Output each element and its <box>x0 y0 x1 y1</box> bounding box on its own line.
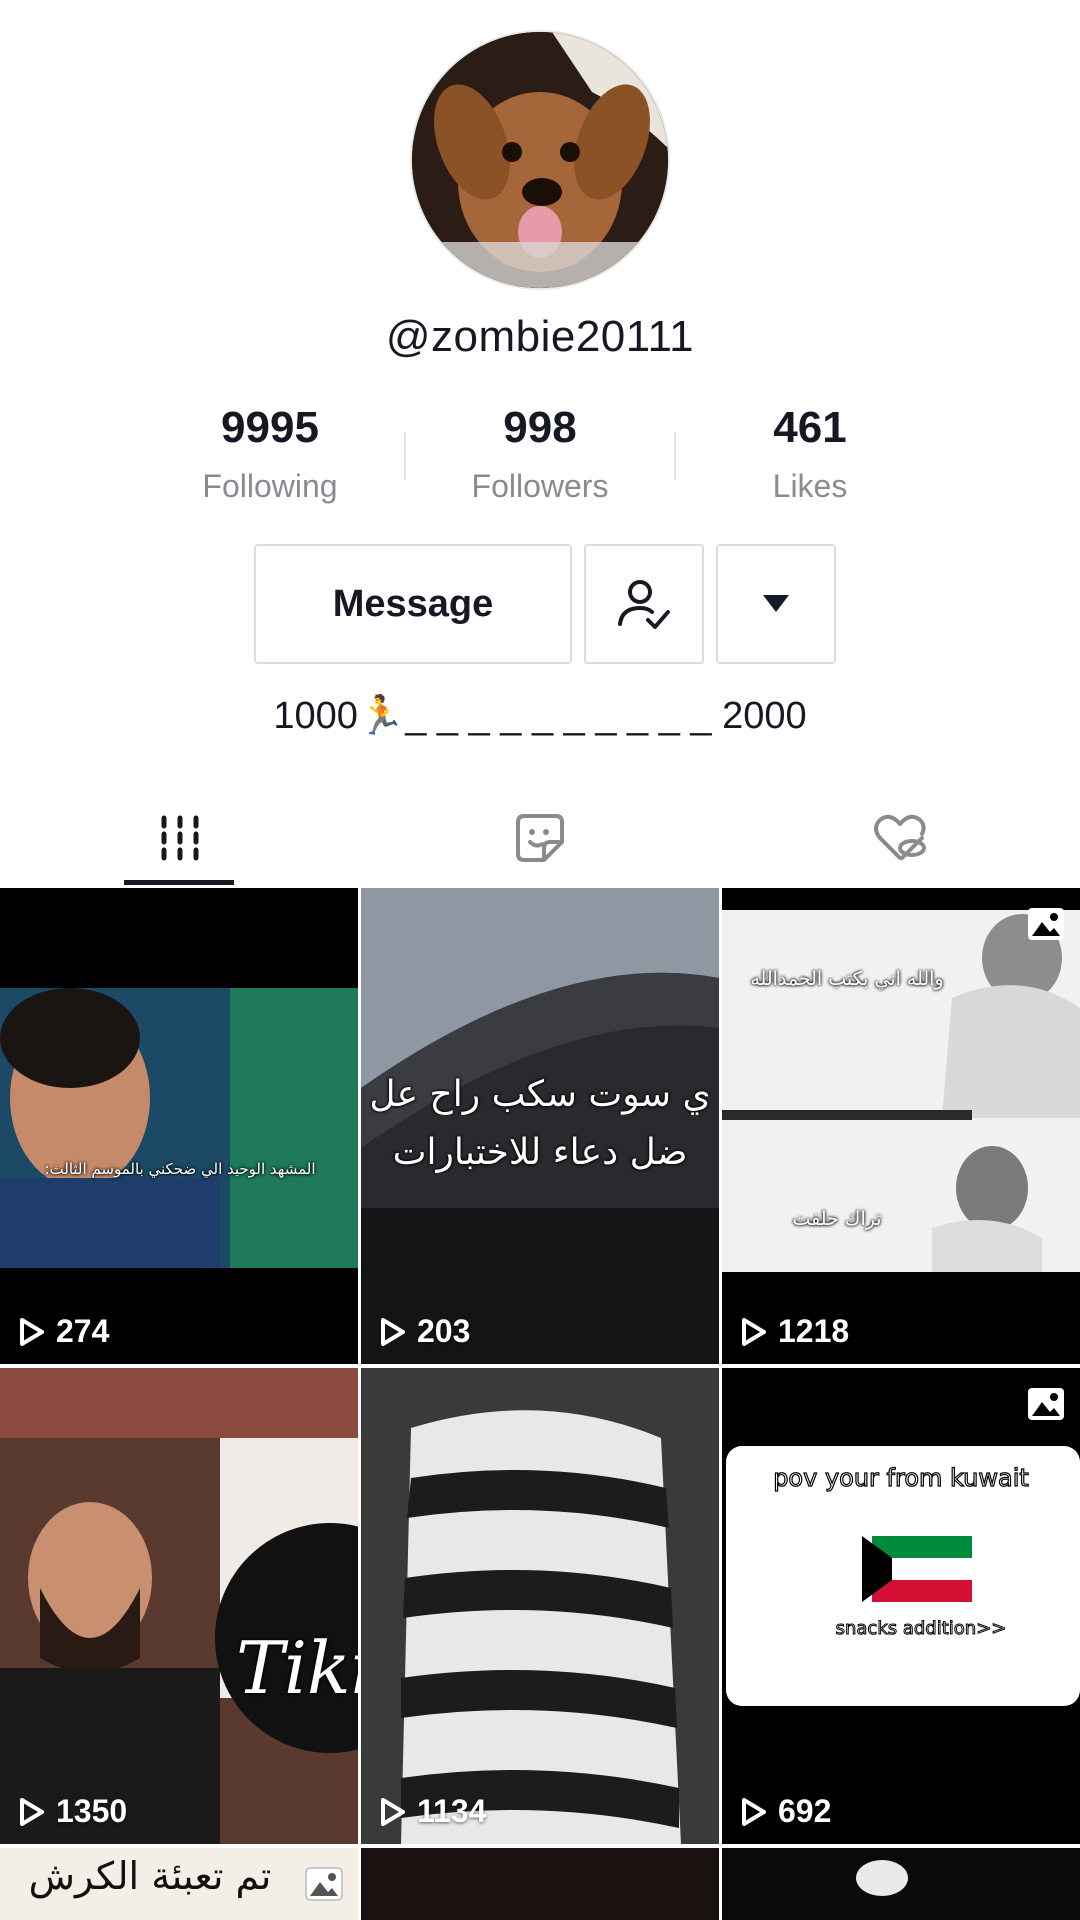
tab-liked[interactable] <box>720 790 1080 886</box>
grid-icon <box>161 815 199 861</box>
content-tabs <box>0 790 1080 886</box>
video-thumbnail <box>0 1368 358 1844</box>
view-count: 1350 <box>18 1793 127 1830</box>
video-thumbnail <box>0 888 358 1364</box>
video-tile[interactable]: تم تعبئة الكرش <box>0 1848 358 1920</box>
following-count: 9995 <box>221 403 319 452</box>
play-icon <box>20 1797 44 1826</box>
photo-icon <box>305 1867 343 1901</box>
kuwait-flag <box>862 1536 972 1602</box>
stat-likes[interactable]: 461 Likes <box>690 400 930 510</box>
followers-count: 998 <box>503 403 577 452</box>
video-caption: تراك حلفت <box>792 1208 882 1230</box>
liked-hidden-icon <box>874 814 926 860</box>
profile-page: @zombie20111 9995 Following 998 Follower… <box>0 0 1080 1920</box>
play-icon <box>20 1317 44 1346</box>
video-caption: ضل دعاء للاختبارات <box>392 1132 688 1173</box>
following-label: Following <box>202 468 338 504</box>
stat-following[interactable]: 9995 Following <box>150 400 390 510</box>
video-caption: ي سوت سكب راح عل <box>369 1074 711 1115</box>
likes-count: 461 <box>773 403 847 452</box>
video-tile[interactable] <box>722 1848 1080 1920</box>
play-icon <box>742 1317 766 1346</box>
video-caption: والله اني بكتب الحمدالله <box>750 968 944 990</box>
user-check-icon <box>618 580 670 629</box>
stat-followers[interactable]: 998 Followers <box>420 400 660 510</box>
tab-stickers[interactable] <box>360 790 720 886</box>
video-thumbnail <box>856 1860 908 1896</box>
more-options-button[interactable] <box>716 544 836 664</box>
view-count-value: 692 <box>778 1793 832 1829</box>
view-count: 274 <box>18 1313 109 1350</box>
likes-label: Likes <box>772 468 848 504</box>
photo-icon <box>1028 908 1064 940</box>
tab-videos[interactable] <box>0 790 360 886</box>
message-button[interactable]: Message <box>254 544 572 664</box>
video-caption: snacks addition>> <box>835 1618 1007 1640</box>
video-tile[interactable]: Tiki 1350 <box>0 1368 358 1844</box>
video-thumbnail <box>361 1368 719 1844</box>
view-count: 203 <box>379 1313 470 1350</box>
video-tile[interactable] <box>361 1848 719 1920</box>
sticker-icon <box>516 814 564 862</box>
play-icon <box>381 1797 405 1826</box>
view-count: 1134 <box>379 1793 486 1830</box>
video-caption: المشهد الوحيد الي ضحكني بالموسم الثالث: <box>44 1160 316 1178</box>
video-thumbnail <box>722 888 1080 1364</box>
view-count: 1218 <box>740 1313 849 1350</box>
logo-text: Tiki <box>236 1626 358 1710</box>
view-count-value: 274 <box>56 1313 110 1349</box>
view-count-value: 1350 <box>56 1793 128 1829</box>
video-caption: pov your from kuwait <box>773 1463 1030 1492</box>
video-tile[interactable]: 1134 <box>361 1368 719 1844</box>
stat-divider <box>674 432 676 480</box>
view-count: 692 <box>740 1793 831 1830</box>
stat-divider <box>404 432 406 480</box>
video-tile[interactable]: المشهد الوحيد الي ضحكني بالموسم الثالث: … <box>0 888 358 1364</box>
video-tile[interactable]: pov your from kuwait snacks addition>> 6… <box>722 1368 1080 1844</box>
stats-row: 9995 Following 998 Followers 461 Likes <box>0 400 1080 510</box>
view-count-value: 1134 <box>417 1793 487 1829</box>
followers-label: Followers <box>471 468 609 504</box>
following-status-button[interactable] <box>584 544 704 664</box>
avatar[interactable] <box>410 30 670 290</box>
video-thumbnail <box>722 1368 1080 1844</box>
view-count-value: 203 <box>417 1313 471 1349</box>
video-caption: تم تعبئة الكرش <box>28 1854 272 1898</box>
view-count-value: 1218 <box>778 1313 850 1349</box>
play-icon <box>742 1797 766 1826</box>
play-icon <box>381 1317 405 1346</box>
triangle-down-icon <box>763 595 789 612</box>
active-tab-indicator <box>124 880 234 885</box>
video-thumbnail <box>361 888 719 1364</box>
bio-text: 1000🏃_ _ _ _ _ _ _ _ _ _ 2000 <box>273 695 807 737</box>
video-tile[interactable]: والله اني بكتب الحمدالله تراك حلفت 1218 <box>722 888 1080 1364</box>
video-tile[interactable]: ي سوت سكب راح عل ضل دعاء للاختبارات 203 <box>361 888 719 1364</box>
username: @zombie20111 <box>385 312 695 361</box>
photo-icon <box>1028 1388 1064 1420</box>
